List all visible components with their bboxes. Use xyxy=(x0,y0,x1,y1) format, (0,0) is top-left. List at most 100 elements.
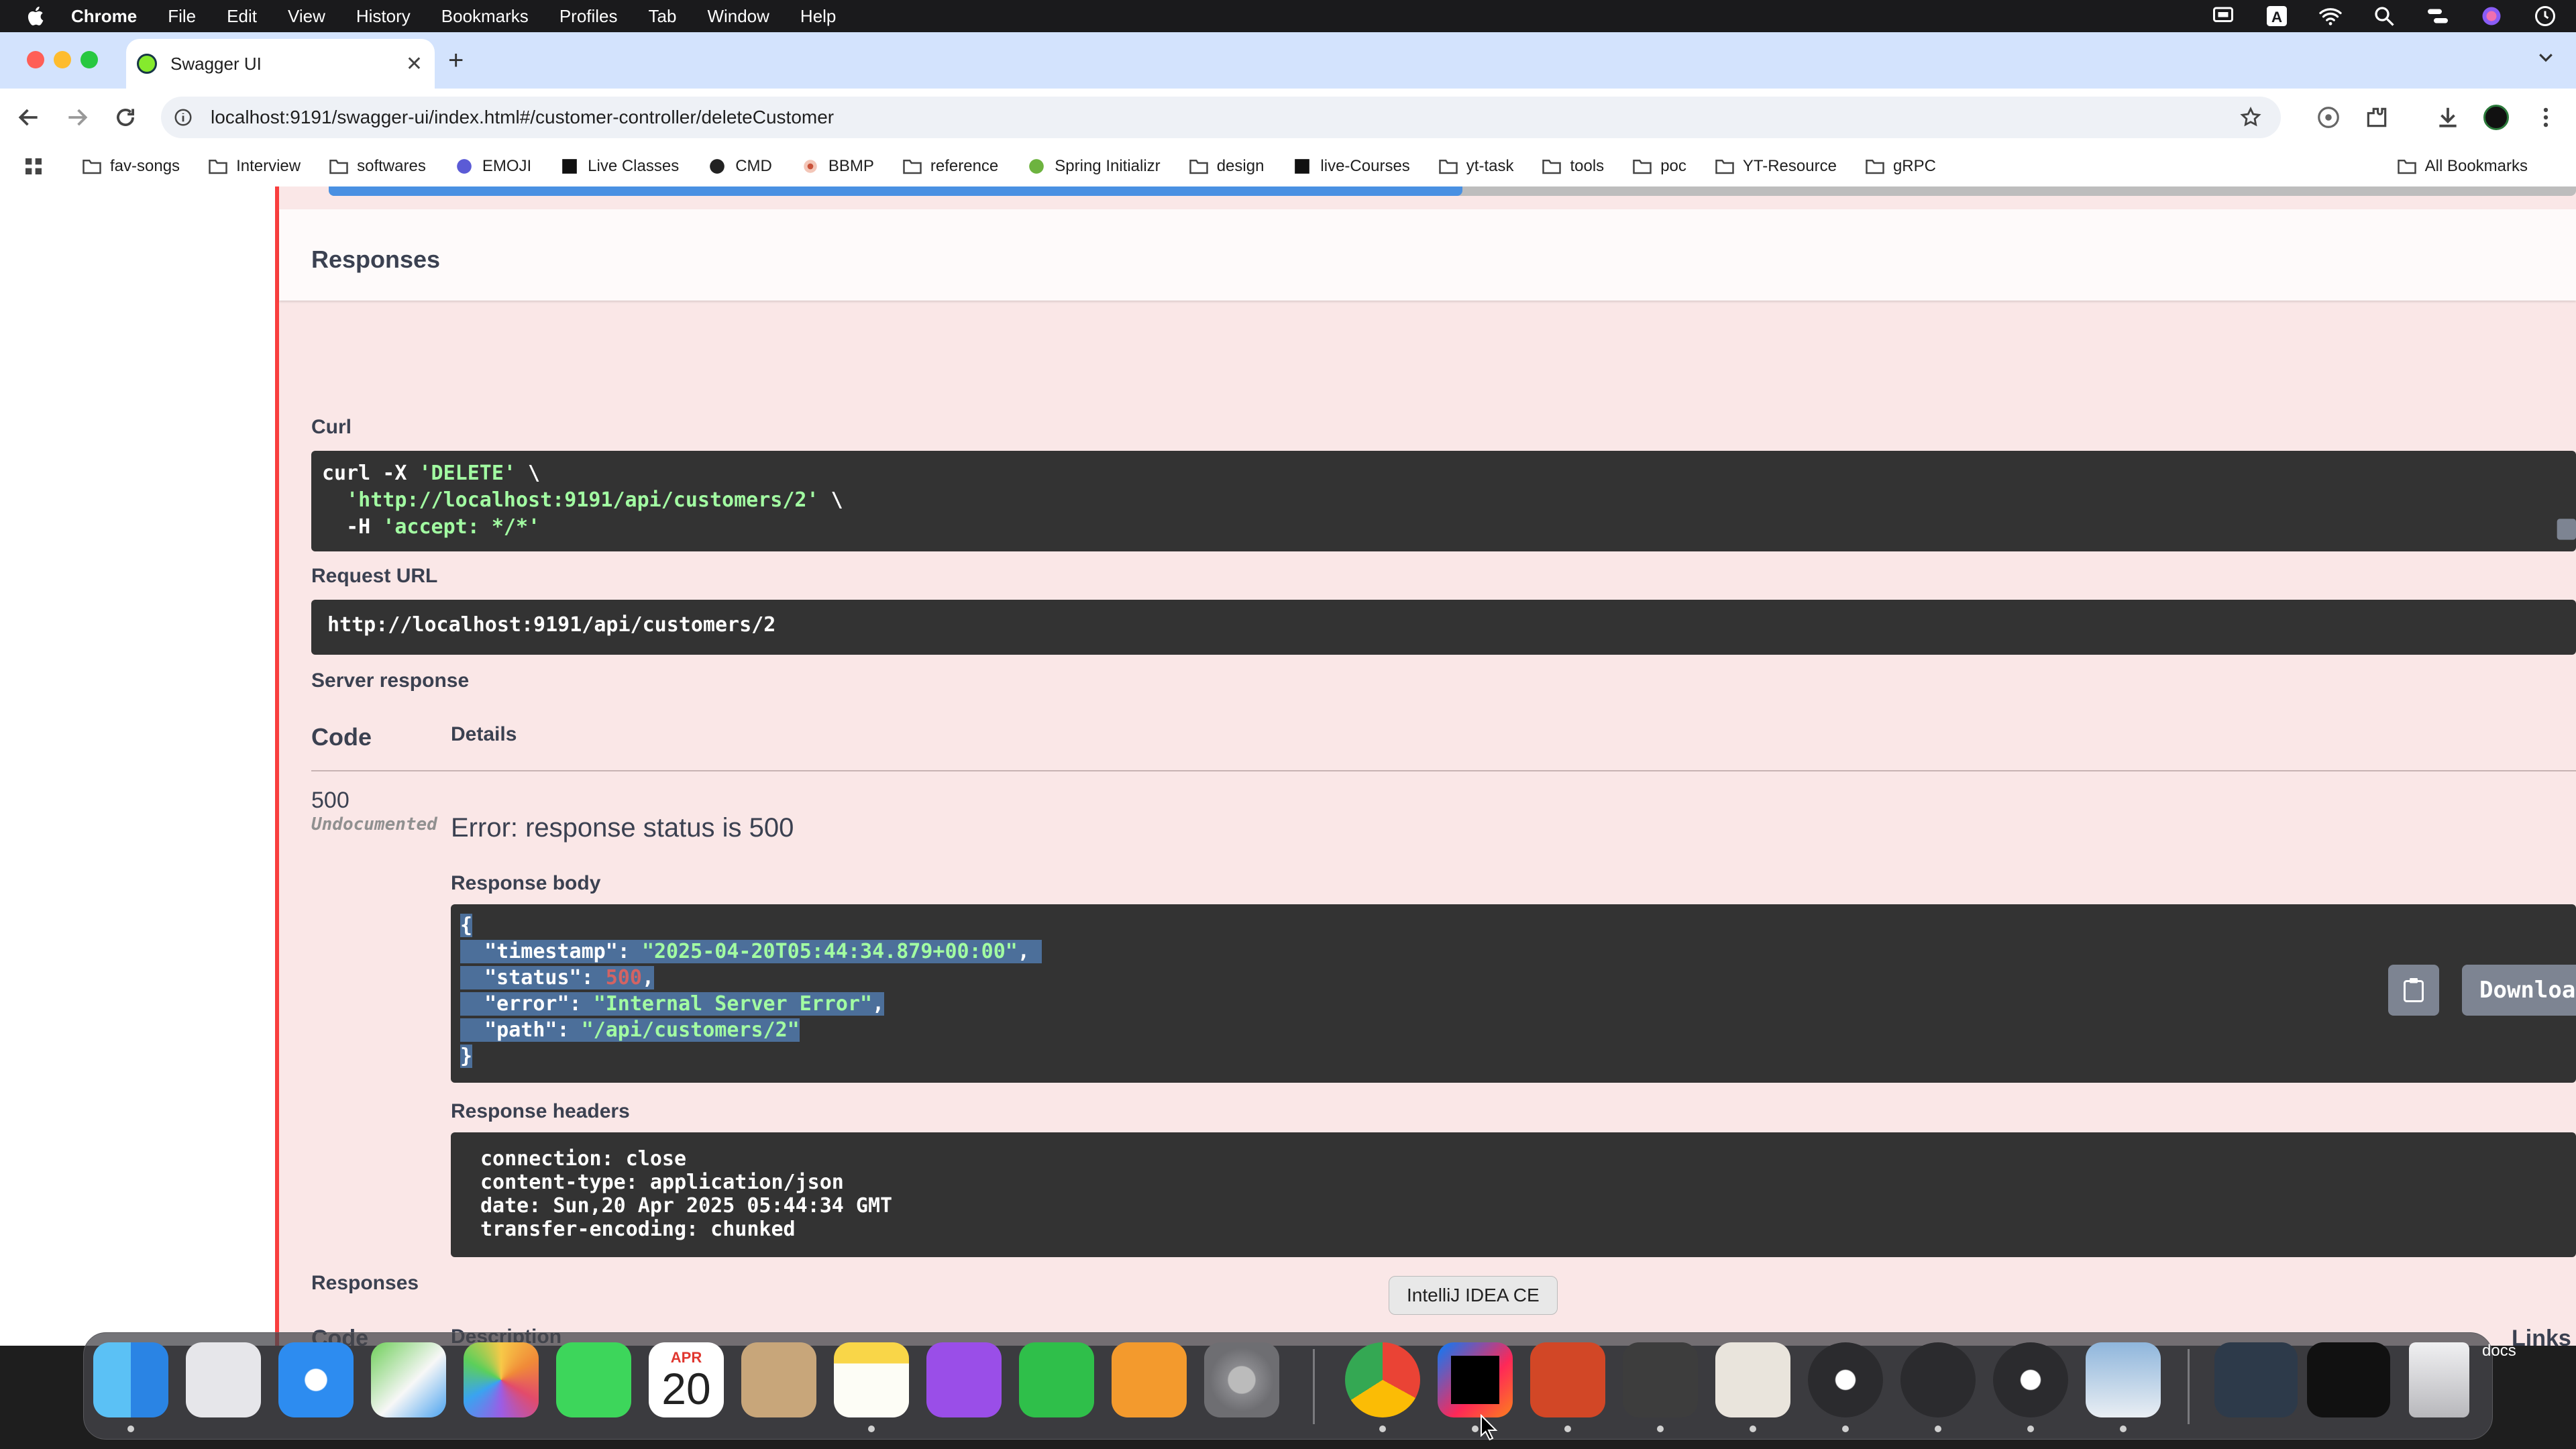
response-code: 500 xyxy=(311,788,350,813)
mouse-cursor-icon xyxy=(1481,1414,1498,1441)
bookmark-yt-resource[interactable]: YT-Resource xyxy=(1715,157,1837,176)
github-icon xyxy=(710,159,725,174)
control-center-icon[interactable] xyxy=(2426,4,2450,28)
bookmark-design[interactable]: design xyxy=(1189,157,1264,176)
bookmark-star-icon[interactable] xyxy=(2239,106,2262,129)
powerpoint-icon[interactable] xyxy=(1530,1342,1605,1417)
copy-response-button[interactable] xyxy=(2388,965,2439,1016)
settings-icon[interactable] xyxy=(1204,1342,1279,1417)
download-button[interactable]: Download xyxy=(2462,965,2576,1016)
intellij-icon[interactable] xyxy=(1438,1342,1513,1417)
zoom-window-button[interactable] xyxy=(80,51,98,68)
docs-label: docs xyxy=(2482,1342,2516,1360)
minimize-window-button[interactable] xyxy=(54,51,71,68)
menu-tab[interactable]: Tab xyxy=(649,6,677,27)
close-window-button[interactable] xyxy=(27,51,44,68)
screen1-icon[interactable] xyxy=(2214,1342,2298,1417)
menu-chrome[interactable]: Chrome xyxy=(71,6,137,27)
tab-search-chevron-icon[interactable] xyxy=(2536,47,2556,67)
bookmark-fav-songs[interactable]: fav-songs xyxy=(82,157,180,176)
curl-code-block[interactable]: curl -X 'DELETE' \ 'http://localhost:919… xyxy=(311,451,2576,551)
menu-bookmarks[interactable]: Bookmarks xyxy=(441,6,529,27)
bookmark-softwares[interactable]: softwares xyxy=(329,157,426,176)
menu-history[interactable]: History xyxy=(356,6,411,27)
menu-profiles[interactable]: Profiles xyxy=(559,6,618,27)
folder-icon xyxy=(329,160,348,174)
copy-icon[interactable] xyxy=(2553,513,2576,546)
maps-icon[interactable] xyxy=(371,1342,446,1417)
wifi-icon[interactable] xyxy=(2318,4,2343,28)
tab-strip: Swagger UI ✕ + xyxy=(0,32,2576,89)
sublime-icon[interactable] xyxy=(1623,1342,1698,1417)
calendar-icon[interactable]: APR 20 xyxy=(649,1342,724,1417)
profile-avatar[interactable] xyxy=(2483,105,2509,130)
new-tab-button[interactable]: + xyxy=(448,46,464,76)
bookmark-live-courses[interactable]: live-Courses xyxy=(1292,157,1410,176)
notion-icon[interactable] xyxy=(1900,1342,1976,1417)
photos-icon[interactable] xyxy=(464,1342,539,1417)
contacts-icon[interactable] xyxy=(741,1342,816,1417)
siri-icon[interactable] xyxy=(2479,4,2504,28)
url-text[interactable]: localhost:9191/swagger-ui/index.html#/cu… xyxy=(211,107,834,128)
search-icon[interactable] xyxy=(2372,4,2396,28)
bookmark-interview[interactable]: Interview xyxy=(208,157,301,176)
apple-icon[interactable] xyxy=(24,4,48,28)
response-body-block[interactable]: { "timestamp": "2025-04-20T05:44:34.879+… xyxy=(451,904,2576,1083)
extensions-puzzle-icon[interactable] xyxy=(2364,105,2390,130)
download-icon[interactable] xyxy=(2435,105,2461,130)
db-icon[interactable] xyxy=(1715,1342,1790,1417)
tab-close-icon[interactable]: ✕ xyxy=(406,52,423,76)
address-bar[interactable]: localhost:9191/swagger-ui/index.html#/cu… xyxy=(161,97,2281,138)
screen2-icon[interactable] xyxy=(2307,1342,2390,1417)
obs2-icon[interactable] xyxy=(1993,1342,2068,1417)
facetime-icon[interactable] xyxy=(556,1342,631,1417)
notes-icon[interactable] xyxy=(834,1342,909,1417)
bookmark-tools[interactable]: tools xyxy=(1542,157,1604,176)
trash-icon[interactable] xyxy=(2409,1342,2469,1417)
podcasts-icon[interactable] xyxy=(926,1342,1002,1417)
bookmark-bbmp[interactable]: BBMP xyxy=(800,157,874,176)
bookmark-spring-initializr[interactable]: Spring Initializr xyxy=(1026,157,1161,176)
forward-icon[interactable] xyxy=(64,105,90,130)
pages-icon[interactable] xyxy=(1112,1342,1187,1417)
bookmark-poc[interactable]: poc xyxy=(1632,157,1686,176)
more-menu-icon[interactable] xyxy=(2533,105,2559,130)
tab-swagger-ui[interactable]: Swagger UI ✕ xyxy=(126,39,435,89)
obs-icon[interactable] xyxy=(1808,1342,1883,1417)
reload-icon[interactable] xyxy=(113,105,138,130)
screen-mirroring-icon[interactable] xyxy=(2211,4,2235,28)
input-source-icon[interactable]: A xyxy=(2265,4,2289,28)
finder-icon[interactable] xyxy=(93,1342,168,1417)
chrome-icon[interactable] xyxy=(1345,1342,1420,1417)
clock-icon[interactable] xyxy=(2533,4,2557,28)
dock-tooltip: IntelliJ IDEA CE xyxy=(1389,1276,1558,1315)
back-icon[interactable] xyxy=(16,105,42,130)
clipboard-icon xyxy=(2404,978,2424,1002)
response-headers-block[interactable]: connection: close content-type: applicat… xyxy=(451,1132,2576,1257)
menu-edit[interactable]: Edit xyxy=(227,6,257,27)
numbers-icon[interactable] xyxy=(1019,1342,1094,1417)
menu-window[interactable]: Window xyxy=(707,6,769,27)
safari-icon[interactable] xyxy=(278,1342,354,1417)
apps-grid-icon[interactable] xyxy=(23,156,44,177)
bookmark-grpc[interactable]: gRPC xyxy=(1865,157,1936,176)
site-info-icon[interactable] xyxy=(173,107,193,127)
request-url-block[interactable]: http://localhost:9191/api/customers/2 xyxy=(311,600,2576,655)
bookmark-emoji[interactable]: EMOJI xyxy=(454,157,531,176)
bookmark-live-classes[interactable]: Live Classes xyxy=(559,157,679,176)
folder-icon xyxy=(1866,160,1884,174)
extension-shield-icon[interactable] xyxy=(2316,105,2341,130)
menu-view[interactable]: View xyxy=(288,6,325,27)
menu-bar: Chrome File Edit View History Bookmarks … xyxy=(0,0,2576,32)
bookmark-cmd[interactable]: CMD xyxy=(707,157,772,176)
launchpad-icon[interactable] xyxy=(186,1342,261,1417)
responses-title: Responses xyxy=(311,246,441,273)
menu-file[interactable]: File xyxy=(168,6,196,27)
preview-icon[interactable] xyxy=(2086,1342,2161,1417)
page-content[interactable]: Responses Curl curl -X 'DELETE' \ 'http:… xyxy=(0,186,2576,1346)
menu-help[interactable]: Help xyxy=(800,6,836,27)
all-bookmarks-button[interactable]: All Bookmarks xyxy=(2397,157,2528,176)
bookmark-yt-task[interactable]: yt-task xyxy=(1438,157,1513,176)
bookmark-reference[interactable]: reference xyxy=(902,157,998,176)
curl-label: Curl xyxy=(311,416,352,438)
